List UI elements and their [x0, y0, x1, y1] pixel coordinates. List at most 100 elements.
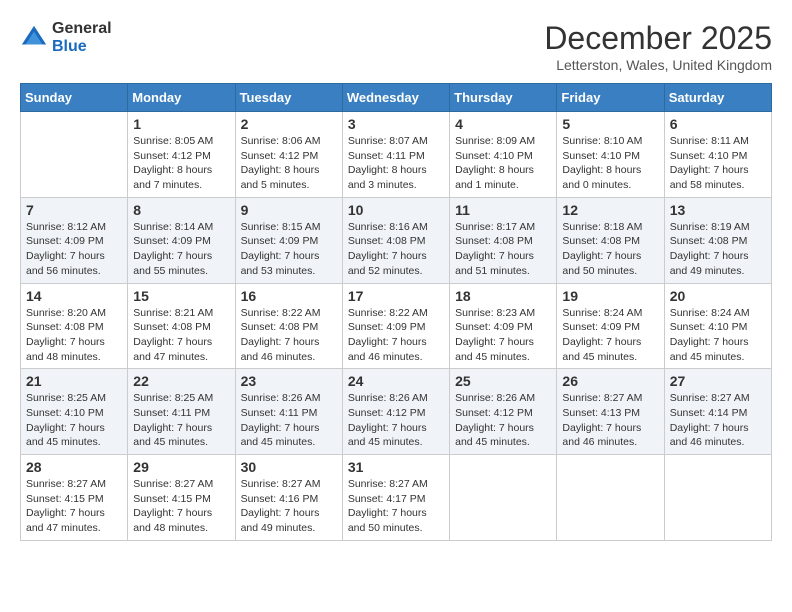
- calendar-cell: 31 Sunrise: 8:27 AMSunset: 4:17 PMDayligh…: [342, 455, 449, 541]
- day-info: Sunrise: 8:10 AMSunset: 4:10 PMDaylight:…: [562, 134, 658, 193]
- day-info: Sunrise: 8:11 AMSunset: 4:10 PMDaylight:…: [670, 134, 766, 193]
- calendar-cell: 28Sunrise: 8:27 AMSunset: 4:15 PMDayligh…: [21, 455, 128, 541]
- day-number: 4: [455, 116, 551, 132]
- day-number: 14: [26, 288, 122, 304]
- day-number: 19: [562, 288, 658, 304]
- column-header-thursday: Thursday: [450, 84, 557, 112]
- calendar-cell: 20Sunrise: 8:24 AMSunset: 4:10 PMDayligh…: [664, 283, 771, 369]
- day-number: 27: [670, 373, 766, 389]
- day-number: 22: [133, 373, 229, 389]
- day-info: Sunrise: 8:27 AMSunset: 4:17 PMDaylight:…: [348, 477, 444, 536]
- day-number: 25: [455, 373, 551, 389]
- day-info: Sunrise: 8:18 AMSunset: 4:08 PMDaylight:…: [562, 220, 658, 279]
- calendar-cell: 15 Sunrise: 8:21 AMSunset: 4:08 PMDayligh…: [128, 283, 235, 369]
- day-info: Sunrise: 8:20 AMSunset: 4:08 PMDaylight:…: [26, 306, 122, 365]
- day-info: Sunrise: 8:27 AMSunset: 4:15 PMDaylight:…: [26, 477, 122, 536]
- calendar-cell: 18 Sunrise: 8:23 AMSunset: 4:09 PMDayligh…: [450, 283, 557, 369]
- day-number: 8: [133, 202, 229, 218]
- day-number: 18: [455, 288, 551, 304]
- calendar-cell: 27 Sunrise: 8:27 AMSunset: 4:14 PMDayligh…: [664, 369, 771, 455]
- calendar-cell: 7 Sunrise: 8:12 AMSunset: 4:09 PMDaylight…: [21, 197, 128, 283]
- day-info: Sunrise: 8:27 AMSunset: 4:13 PMDaylight:…: [562, 391, 658, 450]
- day-number: 7: [26, 202, 122, 218]
- day-info: Sunrise: 8:23 AMSunset: 4:09 PMDaylight:…: [455, 306, 551, 365]
- location-text: Letterston, Wales, United Kingdom: [544, 57, 772, 73]
- calendar-cell: 16 Sunrise: 8:22 AMSunset: 4:08 PMDayligh…: [235, 283, 342, 369]
- day-info: Sunrise: 8:22 AMSunset: 4:09 PMDaylight:…: [348, 306, 444, 365]
- calendar-cell: 14 Sunrise: 8:20 AMSunset: 4:08 PMDayligh…: [21, 283, 128, 369]
- column-header-wednesday: Wednesday: [342, 84, 449, 112]
- day-number: 30: [241, 459, 337, 475]
- day-info: Sunrise: 8:24 AMSunset: 4:09 PMDaylight:…: [562, 306, 658, 365]
- calendar-cell: 10 Sunrise: 8:16 AMSunset: 4:08 PMDayligh…: [342, 197, 449, 283]
- logo-blue-text: Blue: [52, 38, 112, 56]
- day-number: 15: [133, 288, 229, 304]
- day-info: Sunrise: 8:26 AMSunset: 4:12 PMDaylight:…: [348, 391, 444, 450]
- logo: General Blue: [20, 20, 112, 55]
- day-number: 21: [26, 373, 122, 389]
- day-number: 12: [562, 202, 658, 218]
- column-header-sunday: Sunday: [21, 84, 128, 112]
- day-number: 17: [348, 288, 444, 304]
- day-number: 10: [348, 202, 444, 218]
- day-number: 2: [241, 116, 337, 132]
- calendar-cell: 26 Sunrise: 8:27 AMSunset: 4:13 PMDayligh…: [557, 369, 664, 455]
- day-info: Sunrise: 8:25 AMSunset: 4:10 PMDaylight:…: [26, 391, 122, 450]
- day-number: 24: [348, 373, 444, 389]
- column-header-saturday: Saturday: [664, 84, 771, 112]
- calendar-cell: 12 Sunrise: 8:18 AMSunset: 4:08 PMDayligh…: [557, 197, 664, 283]
- day-info: Sunrise: 8:25 AMSunset: 4:11 PMDaylight:…: [133, 391, 229, 450]
- day-number: 13: [670, 202, 766, 218]
- day-number: 29: [133, 459, 229, 475]
- calendar-cell: 29 Sunrise: 8:27 AMSunset: 4:15 PMDayligh…: [128, 455, 235, 541]
- page-header: General Blue December 2025 Letterston, W…: [20, 20, 772, 73]
- calendar-cell: 3Sunrise: 8:07 AMSunset: 4:11 PMDaylight…: [342, 112, 449, 198]
- day-info: Sunrise: 8:16 AMSunset: 4:08 PMDaylight:…: [348, 220, 444, 279]
- column-header-tuesday: Tuesday: [235, 84, 342, 112]
- calendar-table: SundayMondayTuesdayWednesdayThursdayFrid…: [20, 83, 772, 541]
- day-info: Sunrise: 8:05 AMSunset: 4:12 PMDaylight:…: [133, 134, 229, 193]
- calendar-cell: 8Sunrise: 8:14 AMSunset: 4:09 PMDaylight…: [128, 197, 235, 283]
- day-number: 6: [670, 116, 766, 132]
- day-number: 3: [348, 116, 444, 132]
- calendar-cell: 6 Sunrise: 8:11 AMSunset: 4:10 PMDaylight…: [664, 112, 771, 198]
- day-number: 5: [562, 116, 658, 132]
- calendar-cell: 2 Sunrise: 8:06 AMSunset: 4:12 PMDaylight…: [235, 112, 342, 198]
- calendar-cell: 5 Sunrise: 8:10 AMSunset: 4:10 PMDaylight…: [557, 112, 664, 198]
- column-header-friday: Friday: [557, 84, 664, 112]
- day-info: Sunrise: 8:09 AMSunset: 4:10 PMDaylight:…: [455, 134, 551, 193]
- calendar-cell: 21 Sunrise: 8:25 AMSunset: 4:10 PMDayligh…: [21, 369, 128, 455]
- calendar-cell: [664, 455, 771, 541]
- day-info: Sunrise: 8:22 AMSunset: 4:08 PMDaylight:…: [241, 306, 337, 365]
- day-info: Sunrise: 8:26 AMSunset: 4:11 PMDaylight:…: [241, 391, 337, 450]
- month-title: December 2025: [544, 20, 772, 57]
- day-number: 23: [241, 373, 337, 389]
- calendar-cell: [21, 112, 128, 198]
- day-info: Sunrise: 8:24 AMSunset: 4:10 PMDaylight:…: [670, 306, 766, 365]
- calendar-cell: 4 Sunrise: 8:09 AMSunset: 4:10 PMDaylight…: [450, 112, 557, 198]
- calendar-cell: [450, 455, 557, 541]
- calendar-cell: 17 Sunrise: 8:22 AMSunset: 4:09 PMDayligh…: [342, 283, 449, 369]
- day-info: Sunrise: 8:27 AMSunset: 4:14 PMDaylight:…: [670, 391, 766, 450]
- day-number: 11: [455, 202, 551, 218]
- day-info: Sunrise: 8:19 AMSunset: 4:08 PMDaylight:…: [670, 220, 766, 279]
- day-number: 26: [562, 373, 658, 389]
- calendar-cell: 19 Sunrise: 8:24 AMSunset: 4:09 PMDayligh…: [557, 283, 664, 369]
- calendar-cell: 9Sunrise: 8:15 AMSunset: 4:09 PMDaylight…: [235, 197, 342, 283]
- day-info: Sunrise: 8:27 AMSunset: 4:16 PMDaylight:…: [241, 477, 337, 536]
- day-info: Sunrise: 8:27 AMSunset: 4:15 PMDaylight:…: [133, 477, 229, 536]
- day-info: Sunrise: 8:21 AMSunset: 4:08 PMDaylight:…: [133, 306, 229, 365]
- day-number: 16: [241, 288, 337, 304]
- calendar-cell: 1 Sunrise: 8:05 AMSunset: 4:12 PMDaylight…: [128, 112, 235, 198]
- day-number: 31: [348, 459, 444, 475]
- day-number: 1: [133, 116, 229, 132]
- calendar-cell: 13 Sunrise: 8:19 AMSunset: 4:08 PMDayligh…: [664, 197, 771, 283]
- title-area: December 2025 Letterston, Wales, United …: [544, 20, 772, 73]
- calendar-cell: 23 Sunrise: 8:26 AMSunset: 4:11 PMDayligh…: [235, 369, 342, 455]
- logo-icon: [20, 24, 48, 52]
- calendar-cell: 11Sunrise: 8:17 AMSunset: 4:08 PMDayligh…: [450, 197, 557, 283]
- calendar-cell: 30 Sunrise: 8:27 AMSunset: 4:16 PMDayligh…: [235, 455, 342, 541]
- day-info: Sunrise: 8:12 AMSunset: 4:09 PMDaylight:…: [26, 220, 122, 279]
- logo-general-text: General: [52, 20, 112, 38]
- day-info: Sunrise: 8:06 AMSunset: 4:12 PMDaylight:…: [241, 134, 337, 193]
